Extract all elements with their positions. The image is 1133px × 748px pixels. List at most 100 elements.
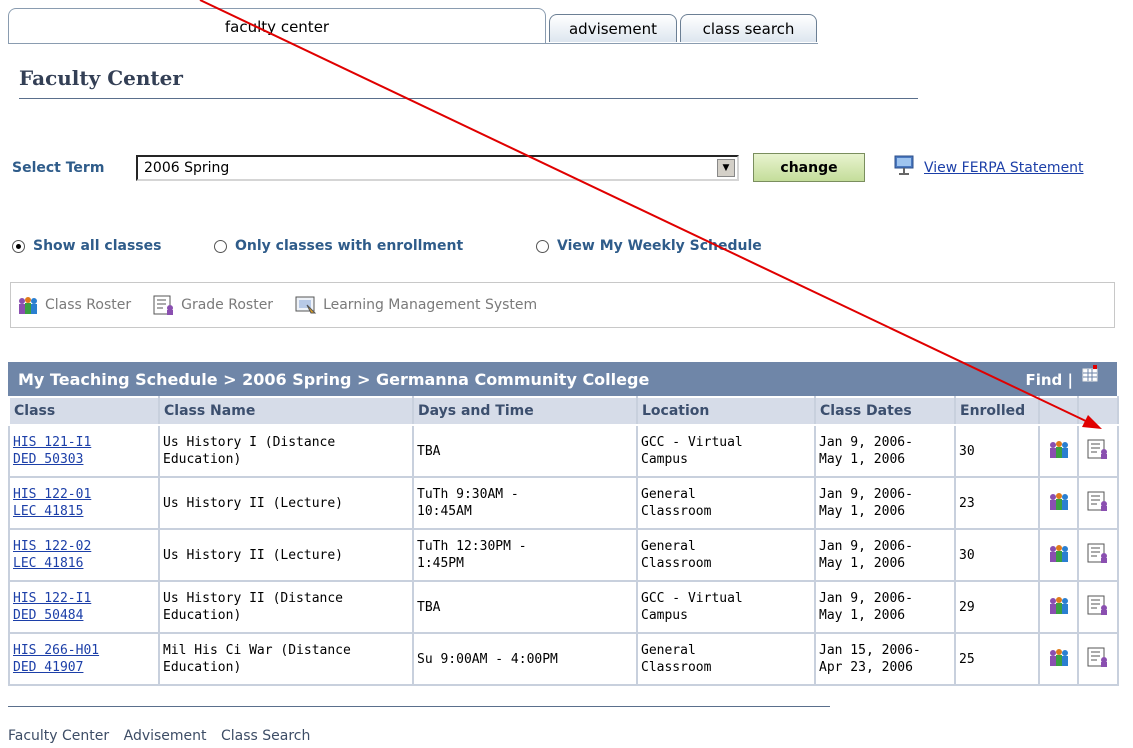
location-line1: General: [641, 539, 696, 554]
class-section-link[interactable]: HIS 122-I1: [13, 591, 91, 606]
class-number-link[interactable]: DED 50484: [13, 608, 83, 623]
days-time-cell: TBA: [412, 580, 638, 634]
table-header-row: Class Class Name Days and Time Location …: [8, 396, 1119, 426]
grade-roster-icon[interactable]: [1087, 438, 1109, 460]
footer-nav: Faculty Center Advisement Class Search: [8, 728, 320, 744]
radio-show-all[interactable]: Show all classes: [12, 238, 161, 254]
teaching-schedule-header: My Teaching Schedule > 2006 Spring > Ger…: [8, 362, 1117, 396]
class-number-link[interactable]: LEC 41815: [13, 504, 83, 519]
class-roster-icon[interactable]: [1048, 594, 1070, 616]
icon-legend-bar: Class Roster Grade Roster Learning Manag…: [10, 282, 1115, 328]
col-header-grade-icon: [1077, 396, 1119, 426]
footer-link-faculty-center[interactable]: Faculty Center: [8, 728, 109, 744]
tab-faculty-center[interactable]: faculty center: [8, 8, 546, 44]
class-section-link[interactable]: HIS 122-02: [13, 539, 91, 554]
location-line2: Campus: [641, 452, 688, 467]
legend-grade-roster-label: Grade Roster: [181, 297, 274, 313]
class-cell[interactable]: HIS 121-I1 DED 50303: [8, 424, 160, 478]
class-number-link[interactable]: DED 50303: [13, 452, 83, 467]
days-time-line2: 10:45AM: [417, 504, 472, 519]
grade-roster-cell[interactable]: [1077, 528, 1119, 582]
class-name-line1: Us History II (Distance: [163, 591, 344, 606]
location-line1: GCC - Virtual: [641, 435, 743, 450]
find-link[interactable]: Find |: [1025, 371, 1073, 389]
class-name-line1: Us History II (Lecture): [163, 495, 344, 511]
class-section-link[interactable]: HIS 121-I1: [13, 435, 91, 450]
class-roster-icon[interactable]: [1048, 542, 1070, 564]
dates-line2: May 1, 2006: [819, 452, 906, 467]
monitor-icon[interactable]: [893, 154, 915, 176]
col-header-class-dates: Class Dates: [814, 396, 956, 426]
class-dates-cell: Jan 9, 2006- May 1, 2006: [814, 424, 956, 478]
class-roster-icon[interactable]: [1048, 646, 1070, 668]
grade-roster-cell[interactable]: [1077, 632, 1119, 686]
grade-roster-cell[interactable]: [1077, 424, 1119, 478]
class-roster-cell[interactable]: [1038, 424, 1079, 478]
col-header-enrolled: Enrolled: [954, 396, 1040, 426]
change-term-button[interactable]: change: [753, 153, 865, 182]
class-number-link[interactable]: LEC 41816: [13, 556, 83, 571]
class-name-line2: Education): [163, 660, 242, 675]
class-number-link[interactable]: DED 41907: [13, 660, 83, 675]
location-line1: General: [641, 643, 696, 658]
footer-link-class-search[interactable]: Class Search: [221, 728, 310, 744]
class-cell[interactable]: HIS 122-02 LEC 41816: [8, 528, 160, 582]
radio-only-enrolled-label: Only classes with enrollment: [235, 238, 464, 254]
col-header-days-time: Days and Time: [412, 396, 638, 426]
class-roster-cell[interactable]: [1038, 528, 1079, 582]
dates-line1: Jan 9, 2006-: [819, 591, 913, 606]
location-cell: General Classroom: [636, 632, 816, 686]
class-roster-cell[interactable]: [1038, 580, 1079, 634]
radio-only-enrolled[interactable]: Only classes with enrollment: [214, 238, 463, 254]
class-name-line1: Mil His Ci War (Distance: [163, 643, 351, 658]
dates-line1: Jan 15, 2006-: [819, 643, 921, 658]
grade-roster-cell[interactable]: [1077, 580, 1119, 634]
view-ferpa-link[interactable]: View FERPA Statement: [924, 160, 1084, 176]
tab-advisement[interactable]: advisement: [549, 14, 677, 42]
class-cell[interactable]: HIS 122-01 LEC 41815: [8, 476, 160, 530]
class-roster-icon[interactable]: [1048, 438, 1070, 460]
dates-line2: May 1, 2006: [819, 608, 906, 623]
lms-icon: [295, 296, 317, 314]
radio-button[interactable]: [12, 239, 25, 253]
tab-class-search-label: class search: [702, 19, 795, 38]
col-header-location: Location: [636, 396, 816, 426]
location-cell: General Classroom: [636, 528, 816, 582]
grade-roster-icon: [153, 295, 174, 315]
tab-class-search[interactable]: class search: [680, 14, 817, 42]
class-section-link[interactable]: HIS 122-01: [13, 487, 91, 502]
term-select[interactable]: 2006 Spring ▼: [136, 155, 739, 181]
term-select-value: 2006 Spring: [144, 160, 230, 176]
title-divider: [19, 98, 918, 99]
class-roster-cell[interactable]: [1038, 476, 1079, 530]
class-section-link[interactable]: HIS 266-H01: [13, 643, 99, 658]
grade-roster-cell[interactable]: [1077, 476, 1119, 530]
radio-button[interactable]: [536, 239, 549, 253]
class-roster-cell[interactable]: [1038, 632, 1079, 686]
class-cell[interactable]: HIS 122-I1 DED 50484: [8, 580, 160, 634]
teaching-schedule-table: Class Class Name Days and Time Location …: [8, 396, 1119, 686]
grade-roster-icon[interactable]: [1087, 542, 1109, 564]
location-line2: Campus: [641, 608, 688, 623]
grade-roster-icon[interactable]: [1087, 490, 1109, 512]
location-line1: General: [641, 487, 696, 502]
enrolled-cell: 25: [954, 632, 1040, 686]
class-roster-icon[interactable]: [1048, 490, 1070, 512]
dropdown-arrow-icon[interactable]: ▼: [717, 159, 735, 177]
grade-roster-icon[interactable]: [1087, 594, 1109, 616]
location-line2: Classroom: [641, 556, 712, 571]
grade-roster-icon[interactable]: [1087, 646, 1109, 668]
days-time-cell: TuTh 12:30PM - 1:45PM: [412, 528, 638, 582]
footer-link-advisement[interactable]: Advisement: [124, 728, 207, 744]
class-name-cell: Us History II (Lecture): [158, 528, 414, 582]
radio-button[interactable]: [214, 239, 227, 253]
dates-line1: Jan 9, 2006-: [819, 539, 913, 554]
legend-grade-roster: Grade Roster: [153, 295, 273, 315]
radio-weekly-schedule[interactable]: View My Weekly Schedule: [536, 238, 762, 254]
class-dates-cell: Jan 15, 2006- Apr 23, 2006: [814, 632, 956, 686]
class-name-cell: Us History II (Distance Education): [158, 580, 414, 634]
class-cell[interactable]: HIS 266-H01 DED 41907: [8, 632, 160, 686]
days-time-line1: TBA: [417, 443, 441, 459]
enrolled-cell: 30: [954, 424, 1040, 478]
view-all-grid-icon[interactable]: [1081, 365, 1099, 383]
